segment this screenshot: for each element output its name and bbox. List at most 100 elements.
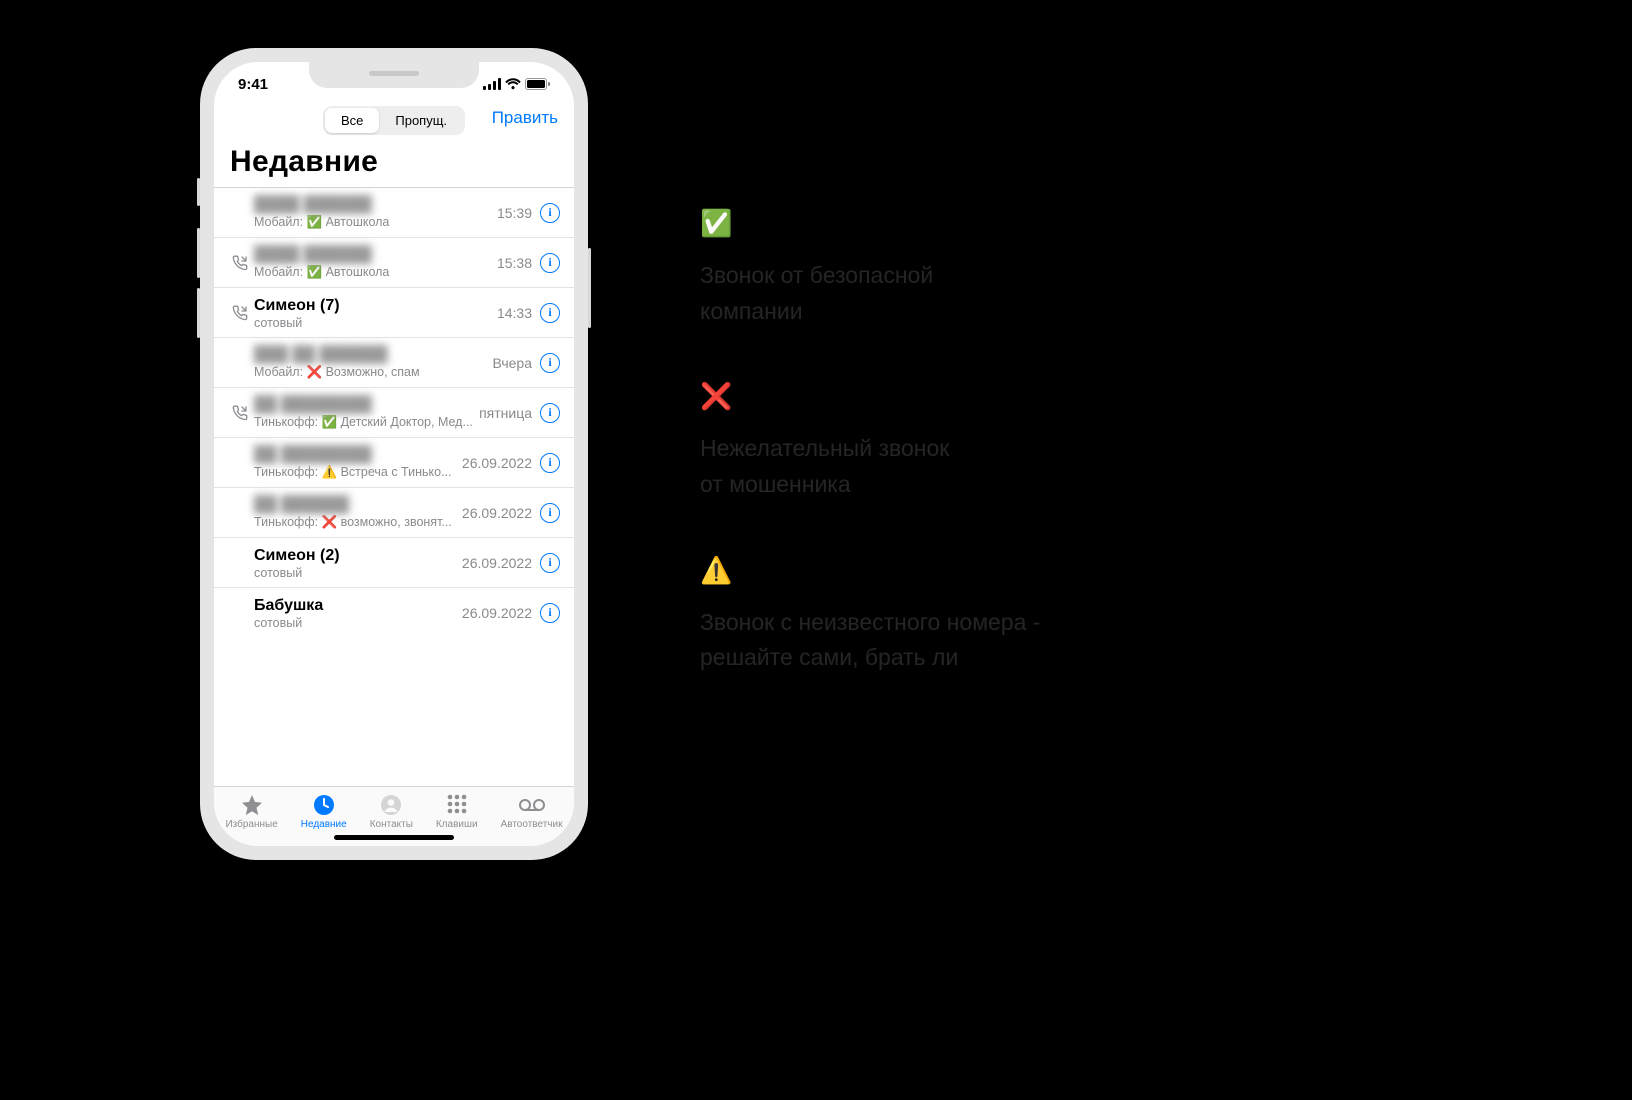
call-row[interactable]: ██ ████████ Тинькофф: ✅ Детский Доктор, … (214, 387, 574, 437)
outgoing-call-icon (230, 305, 250, 321)
seg-all[interactable]: Все (325, 108, 379, 133)
screen: 9:41 Все Пропущ. Править Недавние ████ █… (214, 62, 574, 846)
call-time: 14:33 (497, 305, 540, 321)
call-row[interactable]: Симеон (2) сотовый 26.09.2022 i (214, 537, 574, 587)
topbar: Все Пропущ. Править (214, 106, 574, 141)
call-time: Вчера (492, 355, 540, 371)
info-icon: i (540, 253, 560, 273)
info-icon: i (540, 353, 560, 373)
call-time: 15:39 (497, 205, 540, 221)
tab-label: Недавние (301, 819, 347, 830)
person-icon (379, 793, 403, 817)
call-row[interactable]: ██ ██████ Тинькофф: ❌ возможно, звонят..… (214, 487, 574, 537)
info-icon: i (540, 553, 560, 573)
info-button[interactable]: i (540, 303, 560, 323)
power-button[interactable] (588, 248, 591, 328)
call-name: ██ ██████ (254, 495, 462, 515)
legend: ✅ Звонок от безопасной компании ❌ Нежела… (700, 210, 1220, 730)
call-subtitle: Мобайл: ❌ Возможно, спам (254, 365, 492, 380)
call-row[interactable]: ██ ████████ Тинькофф: ⚠️ Встреча с Тиньк… (214, 437, 574, 487)
info-button[interactable]: i (540, 603, 560, 623)
call-name: ████ ██████ (254, 195, 497, 215)
battery-icon (525, 78, 550, 90)
notch (309, 62, 479, 88)
info-icon: i (540, 453, 560, 473)
info-button[interactable]: i (540, 553, 560, 573)
call-name: Бабушка (254, 596, 462, 616)
call-subtitle: Тинькофф: ⚠️ Встреча с Тинько... (254, 465, 462, 480)
segmented-control: Все Пропущ. (323, 106, 465, 135)
legend-text: Звонок с неизвестного номера - решайте с… (700, 605, 1220, 676)
home-indicator[interactable] (334, 835, 454, 840)
call-name: ███ ██ ██████ (254, 345, 492, 365)
warning-icon: ⚠️ (700, 557, 1220, 583)
tab-favorites[interactable]: Избранные (225, 793, 277, 830)
cross-icon: ❌ (700, 383, 1220, 409)
page-title: Недавние (214, 141, 574, 187)
call-row[interactable]: ███ ██ ██████ Мобайл: ❌ Возможно, спам В… (214, 337, 574, 387)
volume-up[interactable] (197, 228, 200, 278)
call-time: 26.09.2022 (462, 605, 540, 621)
legend-ok: ✅ Звонок от безопасной компании (700, 210, 1220, 329)
info-icon: i (540, 203, 560, 223)
status-time: 9:41 (238, 76, 268, 93)
tab-label: Контакты (370, 819, 413, 830)
volume-down[interactable] (197, 288, 200, 338)
call-row[interactable]: Бабушка сотовый 26.09.2022 i (214, 587, 574, 637)
info-icon: i (540, 603, 560, 623)
call-row[interactable]: ████ ██████ Мобайл: ✅ Автошкола 15:39 i (214, 187, 574, 237)
wifi-icon (505, 78, 521, 90)
cellular-icon (483, 78, 501, 90)
call-row[interactable]: Симеон (7) сотовый 14:33 i (214, 287, 574, 337)
voicemail-icon (518, 793, 546, 817)
clock-icon (312, 793, 336, 817)
legend-text: Нежелательный звонок от мошенника (700, 431, 1220, 502)
call-subtitle: сотовый (254, 316, 497, 330)
call-name: Симеон (2) (254, 546, 462, 566)
call-time: 26.09.2022 (462, 505, 540, 521)
outgoing-call-icon (230, 255, 250, 271)
info-icon: i (540, 403, 560, 423)
legend-bad: ❌ Нежелательный звонок от мошенника (700, 383, 1220, 502)
seg-missed[interactable]: Пропущ. (379, 108, 463, 133)
call-name: Симеон (7) (254, 296, 497, 316)
info-icon: i (540, 503, 560, 523)
mute-switch[interactable] (197, 178, 200, 206)
call-name: ██ ████████ (254, 445, 462, 465)
tab-contacts[interactable]: Контакты (370, 793, 413, 830)
tab-voicemail[interactable]: Автоответчик (501, 793, 563, 830)
call-time: 26.09.2022 (462, 455, 540, 471)
call-subtitle: сотовый (254, 566, 462, 580)
call-time: пятница (479, 405, 540, 421)
call-time: 15:38 (497, 255, 540, 271)
phone-frame: 9:41 Все Пропущ. Править Недавние ████ █… (200, 48, 588, 860)
call-name: ████ ██████ (254, 245, 497, 265)
keypad-icon (445, 793, 469, 817)
info-button[interactable]: i (540, 253, 560, 273)
edit-button[interactable]: Править (492, 108, 558, 128)
info-button[interactable]: i (540, 403, 560, 423)
call-name: ██ ████████ (254, 395, 479, 415)
info-button[interactable]: i (540, 353, 560, 373)
call-time: 26.09.2022 (462, 555, 540, 571)
check-icon: ✅ (700, 210, 1220, 236)
tab-keypad[interactable]: Клавиши (436, 793, 478, 830)
tab-recents[interactable]: Недавние (301, 793, 347, 830)
call-subtitle: сотовый (254, 616, 462, 630)
call-subtitle: Мобайл: ✅ Автошкола (254, 265, 497, 280)
legend-text: Звонок от безопасной компании (700, 258, 1220, 329)
call-subtitle: Мобайл: ✅ Автошкола (254, 215, 497, 230)
legend-warn: ⚠️ Звонок с неизвестного номера - решайт… (700, 557, 1220, 676)
call-subtitle: Тинькофф: ✅ Детский Доктор, Мед... (254, 415, 479, 430)
call-list: ████ ██████ Мобайл: ✅ Автошкола 15:39 i … (214, 187, 574, 786)
tab-label: Клавиши (436, 819, 478, 830)
star-icon (240, 793, 264, 817)
info-button[interactable]: i (540, 453, 560, 473)
info-button[interactable]: i (540, 203, 560, 223)
call-subtitle: Тинькофф: ❌ возможно, звонят... (254, 515, 462, 530)
info-icon: i (540, 303, 560, 323)
outgoing-call-icon (230, 405, 250, 421)
tab-label: Избранные (225, 819, 277, 830)
call-row[interactable]: ████ ██████ Мобайл: ✅ Автошкола 15:38 i (214, 237, 574, 287)
info-button[interactable]: i (540, 503, 560, 523)
